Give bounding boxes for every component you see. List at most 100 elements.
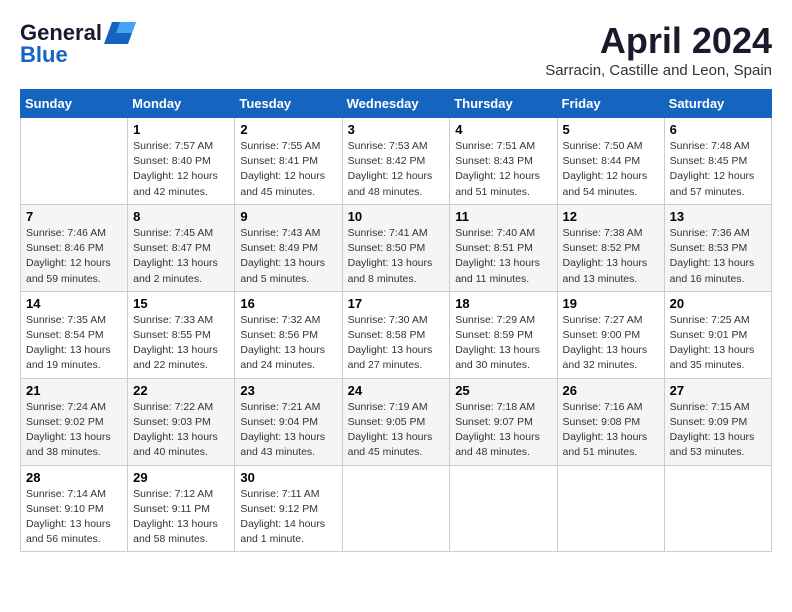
page-header: General Blue April 2024 Sarracin, Castil… (20, 20, 772, 79)
day-number: 9 (240, 209, 336, 224)
day-header-wednesday: Wednesday (342, 90, 450, 118)
day-number: 5 (563, 122, 659, 137)
day-number: 20 (670, 296, 766, 311)
day-number: 18 (455, 296, 551, 311)
day-info: Sunrise: 7:11 AM Sunset: 9:12 PM Dayligh… (240, 487, 336, 548)
day-info: Sunrise: 7:40 AM Sunset: 8:51 PM Dayligh… (455, 226, 551, 287)
calendar-cell: 9 Sunrise: 7:43 AM Sunset: 8:49 PM Daylig… (235, 204, 342, 291)
day-info: Sunrise: 7:25 AM Sunset: 9:01 PM Dayligh… (670, 313, 766, 374)
day-number: 3 (348, 122, 445, 137)
day-number: 10 (348, 209, 445, 224)
day-info: Sunrise: 7:15 AM Sunset: 9:09 PM Dayligh… (670, 400, 766, 461)
logo-blue: Blue (20, 42, 68, 68)
day-number: 29 (133, 470, 229, 485)
calendar-cell: 15Sunrise: 7:33 AM Sunset: 8:55 PM Dayli… (128, 291, 235, 378)
calendar-cell: 13 Sunrise: 7:36 AM Sunset: 8:53 PM Dayli… (664, 204, 771, 291)
logo-icon (104, 22, 136, 44)
calendar-cell: 28 Sunrise: 7:14 AM Sunset: 9:10 PM Dayli… (21, 465, 128, 552)
day-info: Sunrise: 7:16 AM Sunset: 9:08 PM Dayligh… (563, 400, 659, 461)
calendar-cell (342, 465, 450, 552)
day-number: 13 (670, 209, 766, 224)
day-header-sunday: Sunday (21, 90, 128, 118)
day-info: Sunrise: 7:24 AM Sunset: 9:02 PM Dayligh… (26, 400, 122, 461)
calendar-cell: 22 Sunrise: 7:22 AM Sunset: 9:03 PM Dayli… (128, 378, 235, 465)
calendar-cell: 17 Sunrise: 7:30 AM Sunset: 8:58 PM Dayli… (342, 291, 450, 378)
day-info: Sunrise: 7:53 AM Sunset: 8:42 PM Dayligh… (348, 139, 445, 200)
day-number: 2 (240, 122, 336, 137)
day-number: 19 (563, 296, 659, 311)
calendar-cell: 4 Sunrise: 7:51 AM Sunset: 8:43 PM Daylig… (450, 118, 557, 205)
calendar-cell: 10 Sunrise: 7:41 AM Sunset: 8:50 PM Dayli… (342, 204, 450, 291)
day-info: Sunrise: 7:35 AM Sunset: 8:54 PM Dayligh… (26, 313, 122, 374)
day-header-monday: Monday (128, 90, 235, 118)
calendar-table: SundayMondayTuesdayWednesdayThursdayFrid… (20, 89, 772, 552)
day-number: 16 (240, 296, 336, 311)
calendar-cell: 29 Sunrise: 7:12 AM Sunset: 9:11 PM Dayli… (128, 465, 235, 552)
calendar-cell: 20 Sunrise: 7:25 AM Sunset: 9:01 PM Dayli… (664, 291, 771, 378)
day-number: 17 (348, 296, 445, 311)
day-number: 27 (670, 383, 766, 398)
calendar-cell: 23Sunrise: 7:21 AM Sunset: 9:04 PM Dayli… (235, 378, 342, 465)
day-info: Sunrise: 7:45 AM Sunset: 8:47 PM Dayligh… (133, 226, 229, 287)
calendar-cell: 25 Sunrise: 7:18 AM Sunset: 9:07 PM Dayli… (450, 378, 557, 465)
day-number: 8 (133, 209, 229, 224)
calendar-cell: 6 Sunrise: 7:48 AM Sunset: 8:45 PM Daylig… (664, 118, 771, 205)
day-number: 22 (133, 383, 229, 398)
calendar-cell: 30 Sunrise: 7:11 AM Sunset: 9:12 PM Dayli… (235, 465, 342, 552)
day-info: Sunrise: 7:48 AM Sunset: 8:45 PM Dayligh… (670, 139, 766, 200)
day-info: Sunrise: 7:43 AM Sunset: 8:49 PM Dayligh… (240, 226, 336, 287)
day-number: 24 (348, 383, 445, 398)
day-number: 4 (455, 122, 551, 137)
day-info: Sunrise: 7:41 AM Sunset: 8:50 PM Dayligh… (348, 226, 445, 287)
day-info: Sunrise: 7:32 AM Sunset: 8:56 PM Dayligh… (240, 313, 336, 374)
day-number: 30 (240, 470, 336, 485)
day-header-tuesday: Tuesday (235, 90, 342, 118)
day-number: 14 (26, 296, 122, 311)
calendar-cell: 12Sunrise: 7:38 AM Sunset: 8:52 PM Dayli… (557, 204, 664, 291)
calendar-title: April 2024 (545, 20, 772, 62)
day-info: Sunrise: 7:18 AM Sunset: 9:07 PM Dayligh… (455, 400, 551, 461)
calendar-week-row: 28 Sunrise: 7:14 AM Sunset: 9:10 PM Dayli… (21, 465, 772, 552)
day-header-friday: Friday (557, 90, 664, 118)
calendar-week-row: 7 Sunrise: 7:46 AM Sunset: 8:46 PM Daylig… (21, 204, 772, 291)
day-number: 26 (563, 383, 659, 398)
day-header-thursday: Thursday (450, 90, 557, 118)
day-info: Sunrise: 7:57 AM Sunset: 8:40 PM Dayligh… (133, 139, 229, 200)
day-number: 7 (26, 209, 122, 224)
day-number: 12 (563, 209, 659, 224)
day-info: Sunrise: 7:50 AM Sunset: 8:44 PM Dayligh… (563, 139, 659, 200)
calendar-cell: 14 Sunrise: 7:35 AM Sunset: 8:54 PM Dayli… (21, 291, 128, 378)
day-info: Sunrise: 7:51 AM Sunset: 8:43 PM Dayligh… (455, 139, 551, 200)
calendar-week-row: 14 Sunrise: 7:35 AM Sunset: 8:54 PM Dayli… (21, 291, 772, 378)
calendar-cell: 11 Sunrise: 7:40 AM Sunset: 8:51 PM Dayli… (450, 204, 557, 291)
day-info: Sunrise: 7:27 AM Sunset: 9:00 PM Dayligh… (563, 313, 659, 374)
calendar-cell (664, 465, 771, 552)
day-number: 6 (670, 122, 766, 137)
day-info: Sunrise: 7:30 AM Sunset: 8:58 PM Dayligh… (348, 313, 445, 374)
day-info: Sunrise: 7:12 AM Sunset: 9:11 PM Dayligh… (133, 487, 229, 548)
day-number: 25 (455, 383, 551, 398)
calendar-cell: 21 Sunrise: 7:24 AM Sunset: 9:02 PM Dayli… (21, 378, 128, 465)
calendar-subtitle: Sarracin, Castille and Leon, Spain (545, 62, 772, 79)
calendar-cell: 2 Sunrise: 7:55 AM Sunset: 8:41 PM Daylig… (235, 118, 342, 205)
day-number: 28 (26, 470, 122, 485)
day-info: Sunrise: 7:14 AM Sunset: 9:10 PM Dayligh… (26, 487, 122, 548)
day-info: Sunrise: 7:22 AM Sunset: 9:03 PM Dayligh… (133, 400, 229, 461)
calendar-cell: 8 Sunrise: 7:45 AM Sunset: 8:47 PM Daylig… (128, 204, 235, 291)
calendar-header-row: SundayMondayTuesdayWednesdayThursdayFrid… (21, 90, 772, 118)
day-info: Sunrise: 7:55 AM Sunset: 8:41 PM Dayligh… (240, 139, 336, 200)
day-number: 11 (455, 209, 551, 224)
calendar-cell: 3 Sunrise: 7:53 AM Sunset: 8:42 PM Daylig… (342, 118, 450, 205)
day-info: Sunrise: 7:46 AM Sunset: 8:46 PM Dayligh… (26, 226, 122, 287)
day-info: Sunrise: 7:36 AM Sunset: 8:53 PM Dayligh… (670, 226, 766, 287)
day-number: 23 (240, 383, 336, 398)
day-number: 21 (26, 383, 122, 398)
calendar-cell: 26 Sunrise: 7:16 AM Sunset: 9:08 PM Dayli… (557, 378, 664, 465)
calendar-week-row: 21 Sunrise: 7:24 AM Sunset: 9:02 PM Dayli… (21, 378, 772, 465)
day-info: Sunrise: 7:33 AM Sunset: 8:55 PM Dayligh… (133, 313, 229, 374)
calendar-cell: 7 Sunrise: 7:46 AM Sunset: 8:46 PM Daylig… (21, 204, 128, 291)
day-info: Sunrise: 7:19 AM Sunset: 9:05 PM Dayligh… (348, 400, 445, 461)
calendar-cell (21, 118, 128, 205)
calendar-cell: 16 Sunrise: 7:32 AM Sunset: 8:56 PM Dayli… (235, 291, 342, 378)
day-header-saturday: Saturday (664, 90, 771, 118)
